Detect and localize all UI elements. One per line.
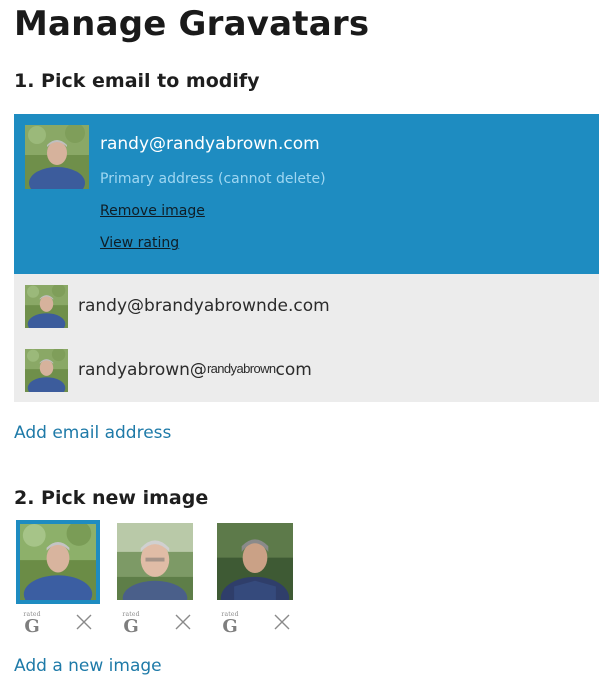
email-domain-tag: randyabrown — [206, 361, 276, 376]
primary-status: Primary address (cannot delete) — [100, 171, 326, 187]
delete-image-button[interactable] — [174, 613, 192, 631]
page-title: Manage Gravatars — [14, 4, 370, 44]
close-icon — [274, 614, 290, 630]
email-item[interactable]: randy@brandyabrownde.com — [14, 274, 599, 338]
close-icon — [175, 614, 191, 630]
image-choice-selected[interactable] — [16, 520, 100, 604]
avatar-photo-icon — [25, 285, 68, 328]
manage-gravatars-page: Manage Gravatars 1. Pick email to modify… — [0, 0, 600, 684]
rating-badge: rated G — [22, 612, 42, 636]
image-choice[interactable] — [217, 523, 293, 600]
avatar-photo-icon — [25, 125, 89, 189]
avatar-photo-icon — [20, 524, 96, 600]
close-icon — [76, 614, 92, 630]
avatar-photo-icon — [117, 523, 193, 600]
avatar-photo-icon — [25, 349, 68, 392]
avatar — [25, 349, 68, 392]
selected-email: randy@randyabrown.com — [100, 134, 320, 154]
email-item-selected[interactable]: randy@randyabrown.com Primary address (c… — [14, 114, 599, 274]
email-prefix: randyabrown@ — [78, 360, 207, 380]
avatar — [25, 285, 68, 328]
rating-badge: rated G — [220, 612, 240, 636]
view-rating-link[interactable]: View rating — [100, 235, 179, 251]
add-image-link[interactable]: Add a new image — [14, 656, 162, 676]
email-suffix: com — [275, 360, 312, 380]
rating-grade: G — [123, 616, 139, 637]
avatar — [25, 125, 89, 189]
rating-grade: G — [24, 616, 40, 637]
delete-image-button[interactable] — [273, 613, 291, 631]
rating-grade: G — [222, 616, 238, 637]
email-address: randyabrown@randyabrowncom — [78, 360, 312, 380]
image-choice[interactable] — [117, 523, 193, 600]
avatar-photo-icon — [217, 523, 293, 600]
email-address: randy@brandyabrownde.com — [78, 296, 330, 316]
add-email-link[interactable]: Add email address — [14, 423, 171, 443]
email-list: randy@randyabrown.com Primary address (c… — [14, 114, 599, 402]
email-item[interactable]: randyabrown@randyabrowncom — [14, 338, 599, 402]
delete-image-button[interactable] — [75, 613, 93, 631]
remove-image-link[interactable]: Remove image — [100, 203, 205, 219]
step2-heading: 2. Pick new image — [14, 487, 209, 509]
rating-badge: rated G — [121, 612, 141, 636]
step1-heading: 1. Pick email to modify — [14, 70, 260, 92]
